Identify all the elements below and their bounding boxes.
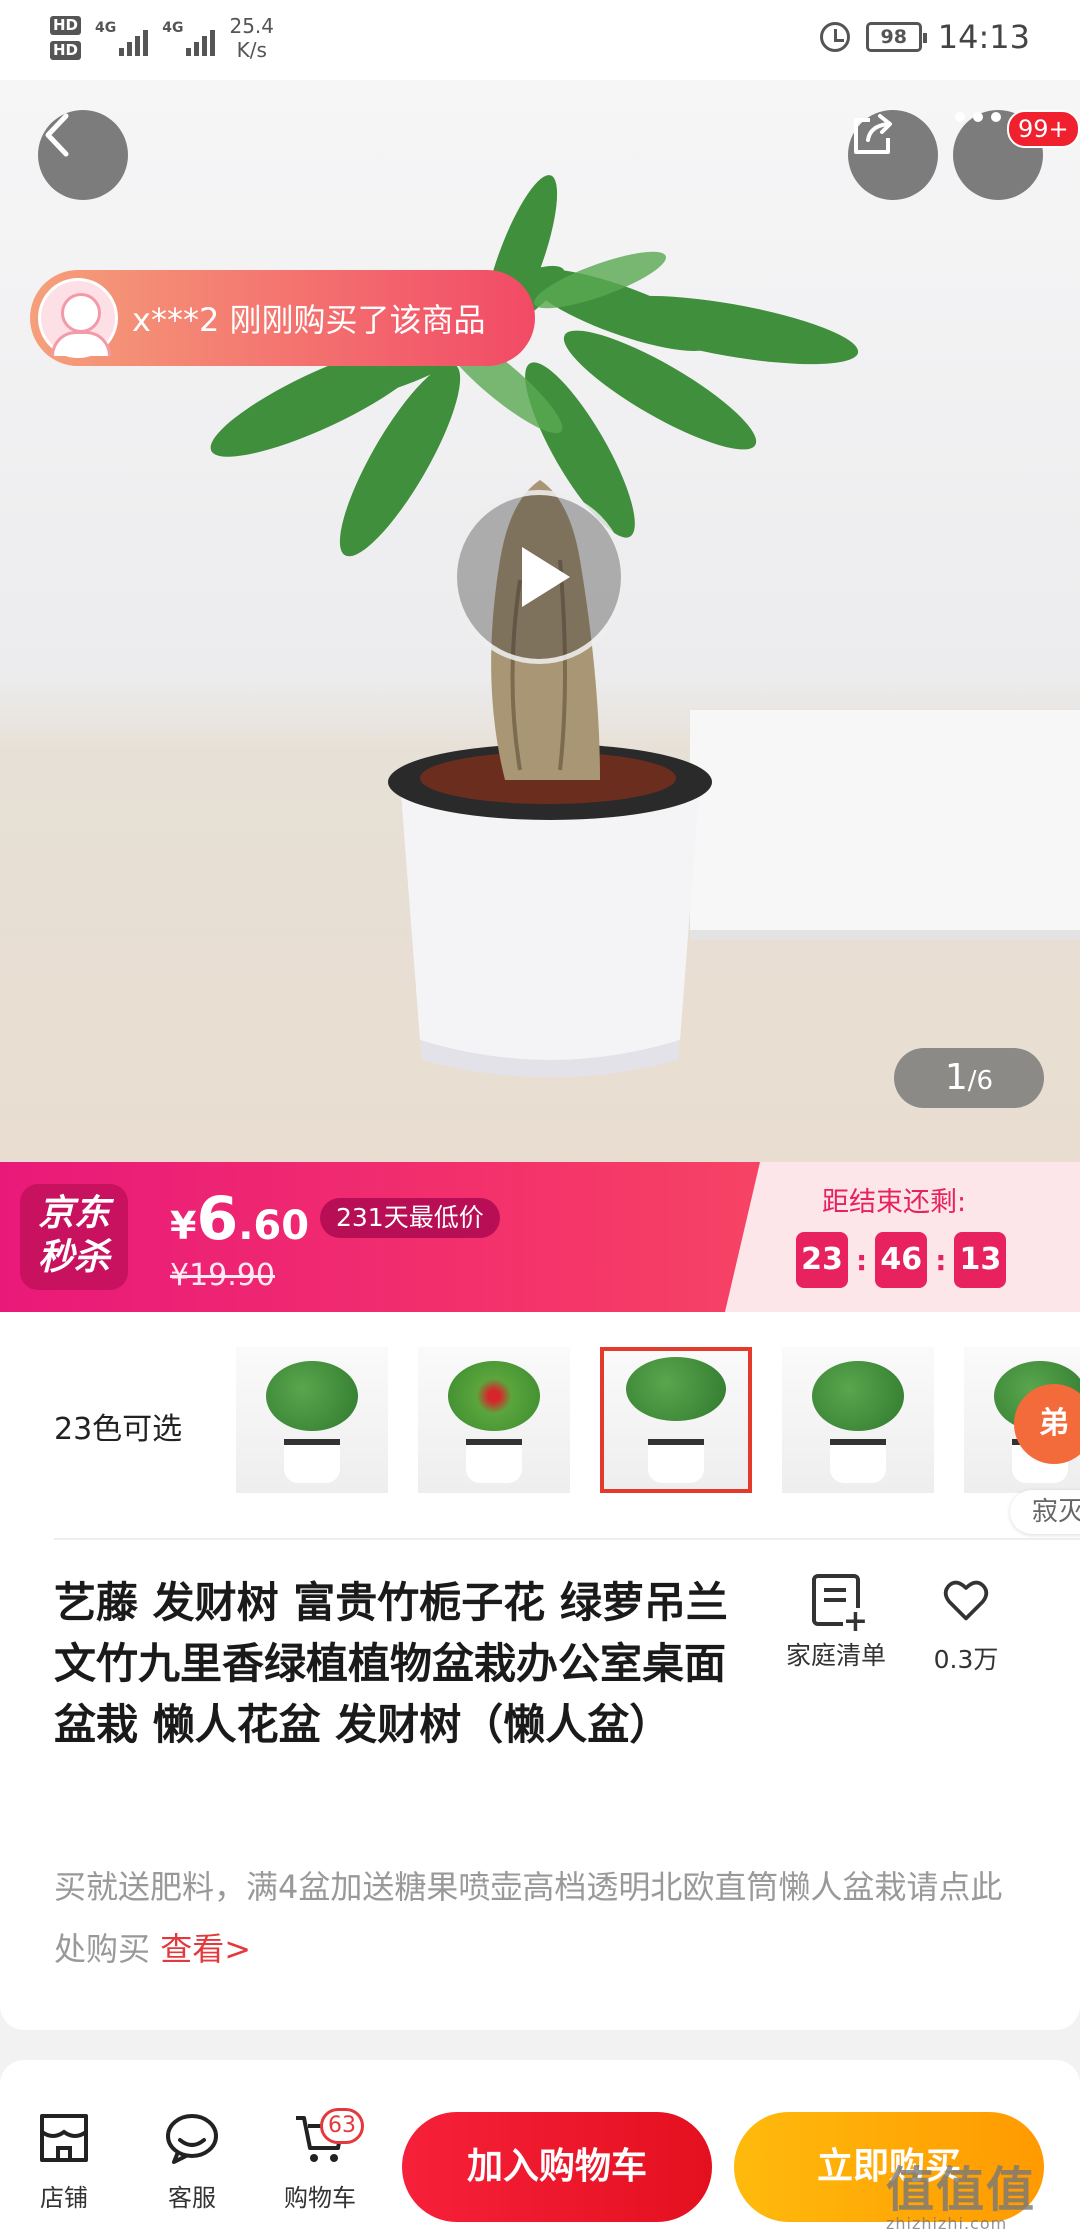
watermark-logo: 值值值 zhizhizhi.com — [886, 2150, 1036, 2233]
floating-text[interactable]: 寂灭 — [1010, 1490, 1080, 1534]
countdown-timer: 23 : 46 : 13 — [796, 1232, 1007, 1288]
variant-thumbnail[interactable] — [782, 1347, 934, 1493]
signal-1-icon: 4G — [95, 20, 149, 56]
network-2-label: 4G — [162, 20, 184, 36]
share-button[interactable] — [848, 110, 938, 200]
lowest-price-tag: 231天最低价 — [320, 1198, 500, 1238]
speed-value: 25.4 — [229, 14, 275, 38]
store-icon — [40, 2114, 88, 2162]
service-tab[interactable]: 客服 — [142, 2110, 242, 2213]
add-to-cart-button[interactable]: 加入购物车 — [402, 2112, 712, 2222]
original-price: ¥19.90 — [170, 1258, 275, 1293]
product-image-carousel[interactable]: 99+ x***2 刚刚购买了该商品 1/6 — [0, 80, 1080, 1162]
page-current: 1 — [944, 1057, 968, 1098]
alarm-icon — [819, 22, 850, 52]
variant-thumbnails — [236, 1347, 1080, 1493]
more-dots-icon — [955, 112, 1001, 122]
divider — [54, 1538, 1080, 1540]
countdown-seconds: 13 — [954, 1232, 1007, 1288]
chevron-left-icon — [45, 113, 69, 157]
price-decimal: .60 — [238, 1203, 310, 1249]
family-list-label: 家庭清单 — [785, 1641, 886, 1670]
variant-selector: 23色可选 弟 寂灭 — [0, 1312, 1080, 1538]
customer-service-icon — [166, 2114, 218, 2164]
logo-line-1: 京东 — [37, 1193, 110, 1234]
list-add-icon — [812, 1574, 868, 1636]
price-symbol: ¥ — [170, 1204, 197, 1248]
page-total: /6 — [967, 1066, 994, 1096]
signal-2-icon: 4G — [162, 20, 216, 56]
status-bar: HD HD 4G 4G 25.4 K/s 98 14:13 — [0, 0, 1080, 80]
cart-label: 购物车 — [284, 2184, 356, 2212]
network-speed: 25.4 K/s — [229, 14, 274, 62]
product-subtitle: 买就送肥料，满4盆加送糖果喷壶高档透明北欧直筒懒人盆栽请点此处购买 查看> — [54, 1856, 1034, 1980]
product-title: 艺藤 发财树 富贵竹栀子花 绿萝吊兰文竹九里香绿植植物盆栽办公室桌面盆栽 懒人花… — [54, 1578, 728, 1749]
view-link[interactable]: 查看> — [160, 1930, 251, 1968]
heart-icon — [943, 1580, 989, 1621]
variant-thumbnail[interactable] — [418, 1347, 570, 1493]
countdown-hours: 23 — [796, 1232, 848, 1288]
favorite-button[interactable]: 0.3万 — [896, 1574, 1036, 1676]
flash-sale-bar: 京东 秒杀 ¥6.60 231天最低价 ¥19.90 距结束还剩: 23 : 4… — [0, 1162, 1080, 1312]
battery-icon: 98 — [865, 22, 927, 52]
cart-count-badge: 63 — [320, 2108, 364, 2144]
avatar — [38, 278, 118, 358]
variant-count-label[interactable]: 23色可选 — [54, 1404, 182, 1448]
sim1-hd-badge: HD — [50, 16, 82, 35]
play-icon — [522, 547, 570, 607]
status-left: HD HD 4G 4G 25.4 K/s — [50, 14, 274, 62]
watermark-mark: 值值值 — [886, 2162, 1037, 2218]
recent-purchase-text: x***2 刚刚购买了该商品 — [132, 301, 486, 339]
current-price: ¥6.60 — [170, 1184, 309, 1254]
speed-unit: K/s — [236, 38, 267, 62]
status-right: 98 14:13 — [819, 18, 1030, 56]
product-info: 艺藤 发财树 富贵竹栀子花 绿萝吊兰文竹九里香绿植植物盆栽办公室桌面盆栽 懒人花… — [0, 1538, 1080, 2030]
store-label: 店铺 — [40, 2184, 88, 2212]
image-page-indicator: 1/6 — [894, 1048, 1044, 1108]
jd-seckill-logo: 京东 秒杀 — [20, 1184, 128, 1290]
store-tab[interactable]: 店铺 — [14, 2110, 114, 2213]
countdown-separator: : — [935, 1243, 947, 1277]
recent-purchase-toast: x***2 刚刚购买了该商品 — [30, 270, 535, 366]
sim2-hd-badge: HD — [50, 41, 82, 60]
sim-indicators: HD HD — [50, 16, 82, 60]
variant-thumbnail-selected[interactable] — [600, 1347, 752, 1493]
message-badge: 99+ — [1007, 110, 1080, 148]
back-button[interactable] — [38, 110, 128, 200]
price-integer: 6 — [196, 1184, 239, 1254]
countdown-separator: : — [856, 1243, 868, 1277]
play-video-button[interactable] — [452, 490, 626, 664]
family-list-button[interactable]: 家庭清单 — [766, 1574, 906, 1672]
service-label: 客服 — [168, 2184, 216, 2212]
variant-thumbnail[interactable] — [236, 1347, 388, 1493]
countdown-label: 距结束还剩: — [822, 1187, 967, 1218]
logo-line-2: 秒杀 — [37, 1237, 110, 1278]
countdown-minutes: 46 — [875, 1232, 928, 1288]
share-icon — [854, 114, 892, 154]
network-1-label: 4G — [95, 20, 117, 36]
favorite-count: 0.3万 — [933, 1645, 999, 1674]
clock: 14:13 — [937, 18, 1030, 56]
